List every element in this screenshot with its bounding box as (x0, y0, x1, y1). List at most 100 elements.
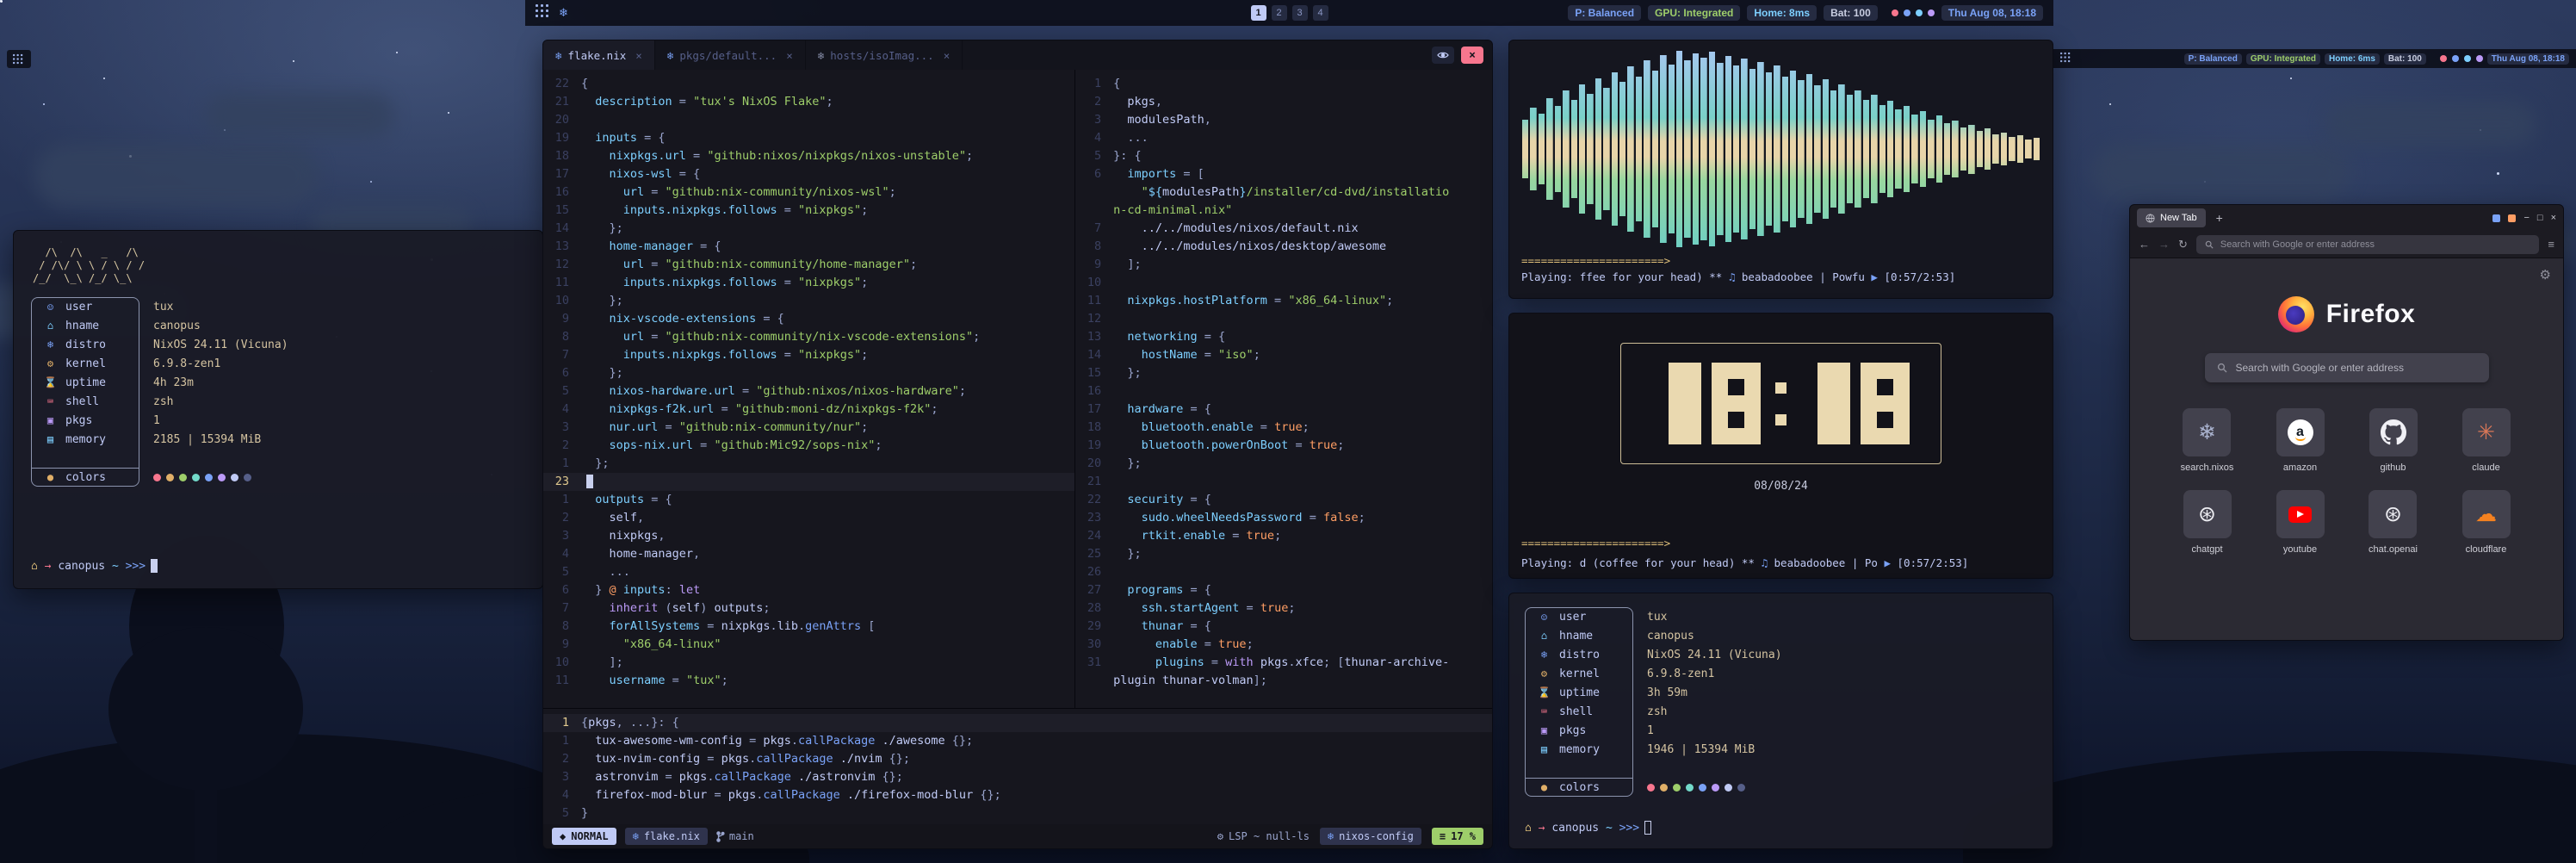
status-badge: P: Balanced (1568, 5, 1641, 21)
address-bar[interactable]: Search with Google or enter address (2196, 235, 2540, 254)
main-status-bar: ❄ 1234 P: BalancedGPU: IntegratedHome: 8… (525, 0, 2053, 26)
github-icon (2381, 419, 2406, 445)
shortcut-cloudflare[interactable]: ☁cloudflare (2462, 490, 2511, 555)
workspace-2[interactable]: 2 (1272, 5, 1287, 21)
shortcut-amazon[interactable]: aamazon (2276, 408, 2325, 473)
shortcut-search.nixos[interactable]: ❄search.nixos (2181, 408, 2234, 473)
code-line: 29 thunar = { (1075, 618, 1492, 636)
forward-button[interactable]: → (2158, 238, 2170, 251)
cava-bar (1879, 105, 1886, 194)
code-line: 14 hostName = "iso"; (1075, 346, 1492, 364)
workspace-4[interactable]: 4 (1313, 5, 1328, 21)
cava-bar (1693, 53, 1699, 244)
shortcut-youtube[interactable]: youtube (2276, 490, 2325, 555)
back-button[interactable]: ← (2139, 238, 2150, 251)
shortcut-chatgpt[interactable]: ⊛chatgpt (2183, 490, 2232, 555)
code-line: 8 url = "github:nix-community/nix-vscode… (543, 328, 1074, 346)
code-line: 26 (1075, 563, 1492, 581)
colors-icon: ● (44, 471, 57, 483)
tab-close-icon[interactable]: × (944, 49, 951, 62)
cava-bar (1539, 114, 1545, 184)
code-line: 20 }; (1075, 455, 1492, 473)
extension-icon[interactable] (2508, 214, 2516, 222)
workspace-1[interactable]: 1 (1251, 5, 1266, 21)
project-badge: ❄nixos-config (1320, 828, 1421, 845)
editor-pane-flake-nix[interactable]: 22{21 description = "tux's NixOS Flake";… (543, 70, 1074, 708)
search-bar[interactable]: Search with Google or enter address (2205, 353, 2489, 382)
fetch-label-kernel: ⚙kernel (31, 354, 139, 373)
code-line: 4 nixpkgs-f2k.url = "github:moni-dz/nixp… (543, 400, 1074, 419)
tab-close-icon[interactable]: × (635, 49, 642, 62)
clock-digit (1861, 363, 1910, 444)
clock-colon (1771, 363, 1791, 444)
clock-digit (1652, 363, 1701, 444)
tray-icon[interactable] (1904, 9, 1910, 16)
shell-icon: ⌨ (1538, 705, 1551, 717)
buffer-close-button[interactable]: × (1461, 47, 1483, 64)
cava-bar (1920, 111, 1926, 188)
maximize-button[interactable]: □ (2537, 213, 2543, 223)
digital-clock (1620, 343, 1941, 464)
tray-icon[interactable] (2464, 55, 2471, 62)
fetch-value-pkgs: 1 (153, 411, 525, 430)
editor-tab-flake.nix[interactable]: ❄flake.nix× (543, 40, 655, 70)
cava-bar (1579, 84, 1585, 214)
browser-tab-new-tab[interactable]: New Tab (2137, 208, 2206, 227)
code-line: 13 networking = { (1075, 328, 1492, 346)
app-menu-button[interactable] (2060, 51, 2073, 66)
cava-bar (1992, 134, 1998, 164)
cloudflare-icon: ☁ (2475, 504, 2497, 525)
gear-icon: ⚙ (1217, 830, 1223, 842)
cava-bar (1627, 66, 1633, 232)
lsp-status: ⚙LSP ~ null-ls (1217, 830, 1310, 842)
neovim-window: ❄flake.nix×❄pkgs/default...×❄hosts/isoIm… (542, 40, 1493, 849)
cava-bar (1612, 72, 1618, 226)
tray-icon[interactable] (1892, 9, 1898, 16)
color-dot (1737, 784, 1745, 792)
shortcut-chat.openai[interactable]: ⊛chat.openai (2369, 490, 2418, 555)
pkgs-icon: ▣ (44, 414, 57, 426)
mode-indicator: ◆NORMAL (552, 828, 616, 845)
shortcut-grid: ❄search.nixos aamazon github ✳claude ⊛chatgp… (2164, 408, 2530, 555)
scroll-percent-badge: ≡17 % (1432, 828, 1483, 845)
fetch-label-colors: ●colors (1525, 778, 1633, 797)
fetch-value-user: tux (153, 297, 525, 316)
workspace-3[interactable]: 3 (1292, 5, 1308, 21)
shell-prompt[interactable]: ⌂ → canopus ~ >>> (1525, 821, 2037, 835)
color-dot (1725, 784, 1732, 792)
shortcut-github[interactable]: github (2369, 408, 2418, 473)
tray-icon[interactable] (2452, 55, 2459, 62)
tray-icon[interactable] (2476, 55, 2483, 62)
tray-icon[interactable] (1928, 9, 1935, 16)
editor-pane-pkgs-default[interactable]: 1{pkgs, ...}: {1 tux-awesome-wm-config =… (543, 709, 1492, 824)
new-tab-button[interactable]: + (2211, 211, 2228, 225)
code-line: 25 }; (1075, 545, 1492, 563)
shell-prompt[interactable]: ⌂ → canopus ~ >>> (31, 559, 525, 573)
color-dot (179, 474, 187, 481)
editor-tab-hosts/isoImag...[interactable]: ❄hosts/isoImag...× (806, 40, 963, 70)
tab-close-icon[interactable]: × (786, 49, 793, 62)
editor-pane-iso-config[interactable]: 1{2 pkgs,3 modulesPath,4 ...5}: {6 impor… (1075, 70, 1492, 708)
shortcut-claude[interactable]: ✳claude (2462, 408, 2511, 473)
firefox-window: New Tab + − □ × ← → ↻ Search with Google… (2129, 204, 2564, 641)
minimize-button[interactable]: − (2523, 213, 2529, 223)
tray-icon[interactable] (2440, 55, 2447, 62)
extension-icon[interactable] (2492, 214, 2500, 222)
app-menu-button[interactable] (536, 4, 548, 22)
close-button[interactable]: × (2551, 213, 2556, 223)
code-line: 7 inputs.nixpkgs.follows = "nixpkgs"; (543, 346, 1074, 364)
code-line: 10 (1075, 274, 1492, 292)
code-line: 23 sudo.wheelNeedsPassword = false; (1075, 509, 1492, 527)
personalize-gear-icon[interactable]: ⚙ (2540, 267, 2551, 282)
fetch-label-shell: ⌨shell (31, 392, 139, 411)
eye-toggle-button[interactable] (1432, 47, 1454, 64)
tray-icon[interactable] (1916, 9, 1923, 16)
editor-tab-pkgs/default...[interactable]: ❄pkgs/default...× (655, 40, 806, 70)
code-line: 5 ... (543, 563, 1074, 581)
reload-button[interactable]: ↻ (2178, 238, 2188, 251)
left-monitor-menu-button[interactable] (7, 50, 31, 68)
menu-button[interactable]: ≡ (2548, 238, 2554, 251)
cava-bar (1676, 51, 1682, 247)
fetch-value-shell: zsh (1647, 702, 2037, 721)
code-line: 2 sops-nix.url = "github:Mic92/sops-nix"… (543, 437, 1074, 455)
